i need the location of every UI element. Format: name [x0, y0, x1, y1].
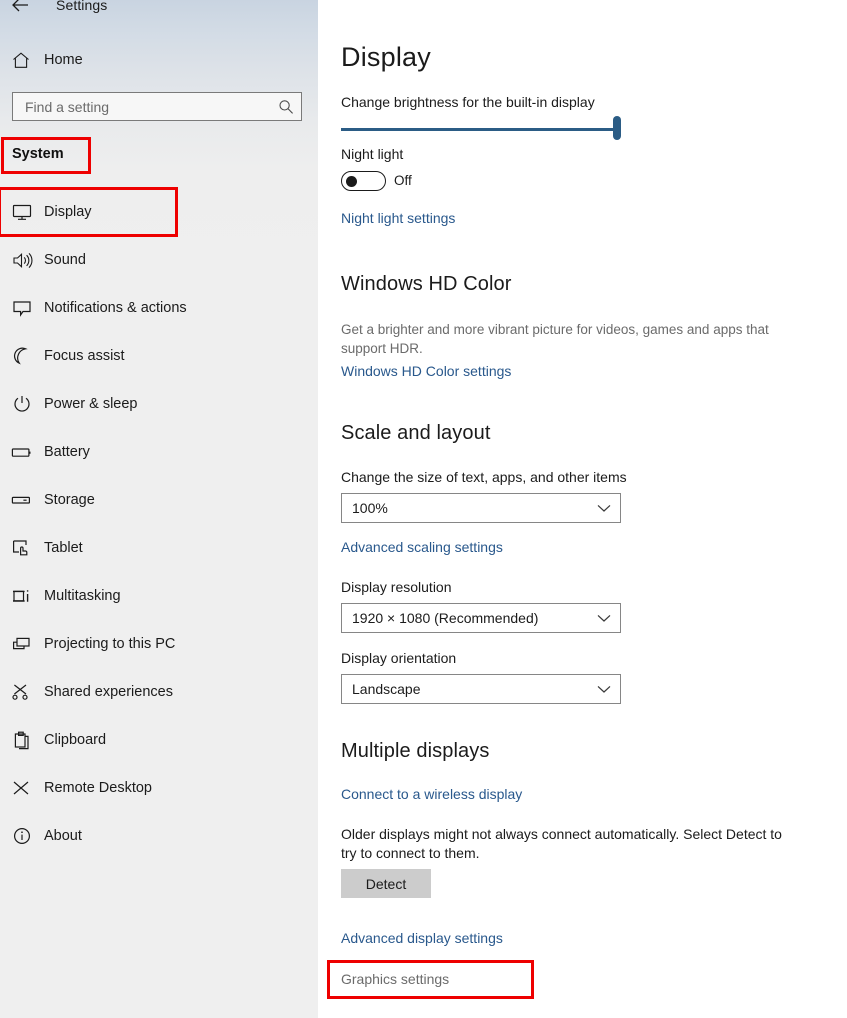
sidebar-item-multitasking[interactable]: Multitasking: [0, 581, 318, 611]
night-light-settings-link[interactable]: Night light settings: [341, 210, 455, 226]
sidebar-item-focus-assist[interactable]: Focus assist: [0, 341, 318, 371]
brightness-label: Change brightness for the built-in displ…: [341, 94, 595, 110]
advanced-display-settings-link[interactable]: Advanced display settings: [341, 930, 503, 946]
tablet-hand-icon: [0, 539, 44, 557]
sidebar-item-sound[interactable]: Sound: [0, 245, 318, 275]
sidebar-item-shared-experiences[interactable]: Shared experiences: [0, 677, 318, 707]
sidebar-item-label: Storage: [44, 492, 95, 508]
moon-icon: [0, 347, 44, 365]
orientation-label: Display orientation: [341, 650, 457, 666]
page-title: Display: [341, 42, 431, 72]
chevron-down-icon: [588, 685, 620, 694]
sidebar-item-label: Remote Desktop: [44, 780, 152, 796]
drive-icon: [0, 494, 44, 506]
hd-color-settings-link[interactable]: Windows HD Color settings: [341, 363, 511, 379]
window-header: Settings: [0, 0, 318, 18]
toggle-knob: [346, 176, 357, 187]
share-nodes-icon: [0, 683, 44, 701]
sidebar-item-about[interactable]: About: [0, 821, 318, 851]
advanced-scaling-settings-link[interactable]: Advanced scaling settings: [341, 539, 503, 555]
sidebar-item-label: About: [44, 828, 82, 844]
night-light-label: Night light: [341, 146, 404, 162]
sidebar-item-notifications[interactable]: Notifications & actions: [0, 293, 318, 323]
sidebar-item-tablet[interactable]: Tablet: [0, 533, 318, 563]
sidebar-item-label: Clipboard: [44, 732, 107, 748]
slider-thumb[interactable]: [613, 116, 621, 140]
night-light-state: Off: [394, 173, 412, 188]
scale-label: Change the size of text, apps, and other…: [341, 469, 627, 485]
hd-color-heading: Windows HD Color: [341, 273, 512, 295]
speaker-icon: [0, 252, 44, 269]
info-circle-icon: [0, 827, 44, 845]
sidebar-item-power-sleep[interactable]: Power & sleep: [0, 389, 318, 419]
sidebar-item-label: Power & sleep: [44, 396, 138, 412]
sidebar-item-projecting[interactable]: Projecting to this PC: [0, 629, 318, 659]
sidebar-item-home[interactable]: Home: [0, 46, 318, 74]
slider-track: [341, 128, 619, 131]
wireless-display-link[interactable]: Connect to a wireless display: [341, 786, 522, 802]
sidebar-item-label: Display: [44, 204, 92, 220]
sidebar-item-label: Notifications & actions: [44, 300, 187, 316]
sidebar-item-clipboard[interactable]: Clipboard: [0, 725, 318, 755]
orientation-dropdown[interactable]: Landscape: [341, 674, 621, 704]
scale-layout-heading: Scale and layout: [341, 422, 491, 444]
resolution-value: 1920 × 1080 (Recommended): [352, 610, 539, 626]
sidebar: Settings Home System: [0, 0, 318, 1018]
search-input[interactable]: [13, 98, 271, 115]
night-light-toggle[interactable]: [341, 171, 386, 191]
main-content: Display Change brightness for the built-…: [318, 0, 847, 1018]
clipboard-icon: [0, 731, 44, 750]
multitasking-icon: [0, 588, 44, 605]
sidebar-item-label: Multitasking: [44, 588, 121, 604]
sidebar-section-title: System: [12, 146, 64, 162]
detect-button[interactable]: Detect: [341, 869, 431, 898]
multiple-displays-description: Older displays might not always connect …: [341, 826, 782, 861]
search-icon: [271, 99, 301, 115]
settings-window: Settings Home System: [0, 0, 847, 1018]
graphics-settings-link[interactable]: Graphics settings: [341, 971, 449, 987]
sidebar-item-label: Tablet: [44, 540, 83, 556]
sidebar-item-label: Sound: [44, 252, 86, 268]
projecting-icon: [0, 636, 44, 653]
back-arrow-icon[interactable]: [0, 0, 40, 12]
remote-desktop-icon: [0, 780, 44, 796]
orientation-value: Landscape: [352, 681, 421, 697]
sidebar-item-label: Home: [44, 52, 83, 68]
chevron-down-icon: [588, 504, 620, 513]
sidebar-item-label: Battery: [44, 444, 90, 460]
notification-balloon-icon: [0, 300, 44, 317]
sidebar-item-battery[interactable]: Battery: [0, 437, 318, 467]
battery-icon: [0, 446, 44, 459]
resolution-dropdown[interactable]: 1920 × 1080 (Recommended): [341, 603, 621, 633]
monitor-icon: [0, 204, 44, 221]
search-box[interactable]: [12, 92, 302, 121]
sidebar-item-label: Projecting to this PC: [44, 636, 176, 652]
window-title: Settings: [56, 0, 108, 13]
hd-color-description: Get a brighter and more vibrant picture …: [341, 322, 769, 356]
chevron-down-icon: [588, 614, 620, 623]
sidebar-item-label: Focus assist: [44, 348, 125, 364]
scale-dropdown[interactable]: 100%: [341, 493, 621, 523]
sidebar-item-remote-desktop[interactable]: Remote Desktop: [0, 773, 318, 803]
brightness-slider[interactable]: [341, 116, 623, 142]
resolution-label: Display resolution: [341, 579, 452, 595]
home-icon: [0, 51, 42, 69]
sidebar-item-storage[interactable]: Storage: [0, 485, 318, 515]
scale-value: 100%: [352, 500, 388, 516]
multiple-displays-heading: Multiple displays: [341, 740, 490, 762]
power-icon: [0, 395, 44, 413]
sidebar-item-label: Shared experiences: [44, 684, 173, 700]
sidebar-item-display[interactable]: Display: [0, 197, 318, 227]
